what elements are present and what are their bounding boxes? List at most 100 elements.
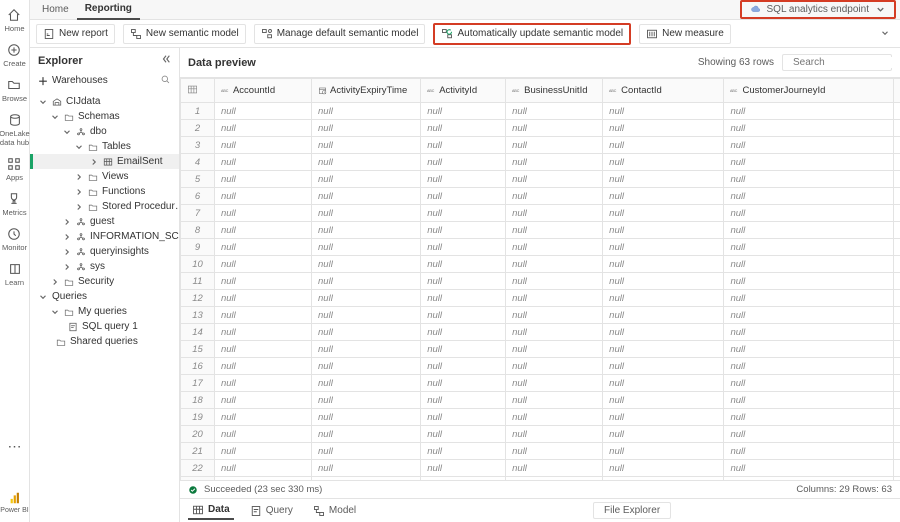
tree-queryinsights[interactable]: queryinsights: [30, 244, 179, 259]
rail-metrics[interactable]: Metrics: [2, 192, 26, 217]
grid-cell[interactable]: null: [894, 120, 900, 137]
grid-cell[interactable]: null: [312, 358, 421, 375]
grid-cell[interactable]: null: [894, 358, 900, 375]
grid-cell[interactable]: null: [724, 137, 894, 154]
rail-more-icon[interactable]: ⋯: [8, 438, 22, 455]
table-row[interactable]: 15nullnullnullnullnullnullnull: [181, 341, 900, 358]
grid-cell[interactable]: null: [214, 188, 311, 205]
grid-cell[interactable]: null: [421, 120, 506, 137]
grid-cell[interactable]: null: [894, 137, 900, 154]
grid-cell[interactable]: null: [724, 358, 894, 375]
grid-cell[interactable]: null: [214, 120, 311, 137]
grid-cell[interactable]: null: [506, 137, 603, 154]
grid-cell[interactable]: null: [603, 239, 724, 256]
table-row[interactable]: 7nullnullnullnullnullnullnull: [181, 205, 900, 222]
grid-cell[interactable]: null: [724, 154, 894, 171]
grid-cell[interactable]: null: [312, 273, 421, 290]
add-warehouse-button[interactable]: ＋ Warehouses: [38, 73, 108, 88]
grid-cell[interactable]: null: [603, 137, 724, 154]
tab-home[interactable]: Home: [34, 0, 77, 19]
grid-cell[interactable]: null: [421, 426, 506, 443]
grid-cell[interactable]: null: [421, 307, 506, 324]
grid-cell[interactable]: null: [312, 103, 421, 120]
new-semantic-model-button[interactable]: New semantic model: [123, 24, 246, 44]
new-measure-button[interactable]: New measure: [639, 24, 731, 44]
grid-cell[interactable]: null: [506, 171, 603, 188]
grid-cell[interactable]: null: [603, 188, 724, 205]
grid-cell[interactable]: null: [506, 324, 603, 341]
tree-emailsent[interactable]: EmailSent: [33, 154, 179, 169]
table-row[interactable]: 4nullnullnullnullnullnullnull: [181, 154, 900, 171]
grid-cell[interactable]: null: [894, 426, 900, 443]
grid-cell[interactable]: null: [506, 120, 603, 137]
grid-cell[interactable]: null: [312, 256, 421, 273]
table-row[interactable]: 5nullnullnullnullnullnullnull: [181, 171, 900, 188]
grid-cell[interactable]: null: [894, 307, 900, 324]
rail-monitor[interactable]: Monitor: [2, 227, 27, 252]
grid-cell[interactable]: null: [724, 239, 894, 256]
table-row[interactable]: 16nullnullnullnullnullnullnull: [181, 358, 900, 375]
grid-cell[interactable]: null: [724, 375, 894, 392]
table-row[interactable]: 12nullnullnullnullnullnullnull: [181, 290, 900, 307]
table-row[interactable]: 13nullnullnullnullnullnullnull: [181, 307, 900, 324]
grid-cell[interactable]: null: [312, 239, 421, 256]
rail-powerbi[interactable]: Power BI: [0, 491, 28, 514]
grid-cell[interactable]: null: [894, 239, 900, 256]
table-row[interactable]: 21nullnullnullnullnullnullnull: [181, 443, 900, 460]
grid-cell[interactable]: null: [894, 443, 900, 460]
grid-cell[interactable]: null: [421, 154, 506, 171]
table-row[interactable]: 11nullnullnullnullnullnullnull: [181, 273, 900, 290]
tree-functions[interactable]: Functions: [30, 184, 179, 199]
tab-reporting[interactable]: Reporting: [77, 0, 140, 20]
grid-cell[interactable]: null: [894, 103, 900, 120]
grid-cell[interactable]: null: [214, 443, 311, 460]
grid-cell[interactable]: null: [894, 222, 900, 239]
search-input-wrapper[interactable]: [782, 54, 892, 71]
grid-cell[interactable]: null: [214, 290, 311, 307]
column-header[interactable]: ABCContactId: [603, 79, 724, 103]
grid-cell[interactable]: null: [603, 358, 724, 375]
auto-update-model-button[interactable]: Automatically update semantic model: [433, 23, 631, 45]
grid-cell[interactable]: null: [312, 392, 421, 409]
grid-cell[interactable]: null: [214, 341, 311, 358]
grid-cell[interactable]: null: [724, 290, 894, 307]
grid-cell[interactable]: null: [312, 324, 421, 341]
grid-cell[interactable]: null: [312, 307, 421, 324]
grid-cell[interactable]: null: [312, 375, 421, 392]
grid-cell[interactable]: null: [603, 443, 724, 460]
grid-cell[interactable]: null: [421, 460, 506, 477]
grid-cell[interactable]: null: [724, 120, 894, 137]
rail-browse[interactable]: Browse: [2, 78, 27, 103]
grid-cell[interactable]: null: [214, 324, 311, 341]
tree-sys[interactable]: sys: [30, 259, 179, 274]
grid-cell[interactable]: null: [421, 409, 506, 426]
tree-cijdata[interactable]: CIJdata: [30, 94, 179, 109]
explorer-collapse-button[interactable]: [161, 54, 171, 67]
grid-cell[interactable]: null: [312, 171, 421, 188]
grid-cell[interactable]: null: [214, 103, 311, 120]
grid-cell[interactable]: null: [724, 443, 894, 460]
grid-cell[interactable]: null: [894, 324, 900, 341]
grid-cell[interactable]: null: [724, 256, 894, 273]
grid-cell[interactable]: null: [724, 222, 894, 239]
grid-cell[interactable]: null: [506, 290, 603, 307]
grid-cell[interactable]: null: [724, 324, 894, 341]
grid-cell[interactable]: null: [603, 256, 724, 273]
tree-views[interactable]: Views: [30, 169, 179, 184]
grid-cell[interactable]: null: [894, 409, 900, 426]
tree-storedproc[interactable]: Stored Procedur…: [30, 199, 179, 214]
table-row[interactable]: 14nullnullnullnullnullnullnull: [181, 324, 900, 341]
grid-cell[interactable]: null: [214, 392, 311, 409]
search-input[interactable]: [793, 57, 900, 68]
grid-cell[interactable]: null: [724, 426, 894, 443]
grid-cell[interactable]: null: [421, 205, 506, 222]
grid-cell[interactable]: null: [312, 341, 421, 358]
grid-cell[interactable]: null: [603, 392, 724, 409]
grid-cell[interactable]: null: [724, 188, 894, 205]
grid-cell[interactable]: null: [894, 256, 900, 273]
grid-cell[interactable]: null: [214, 460, 311, 477]
grid-cell[interactable]: null: [421, 103, 506, 120]
rail-home[interactable]: Home: [4, 8, 24, 33]
rail-learn[interactable]: Learn: [5, 262, 24, 287]
rail-apps[interactable]: Apps: [6, 157, 23, 182]
